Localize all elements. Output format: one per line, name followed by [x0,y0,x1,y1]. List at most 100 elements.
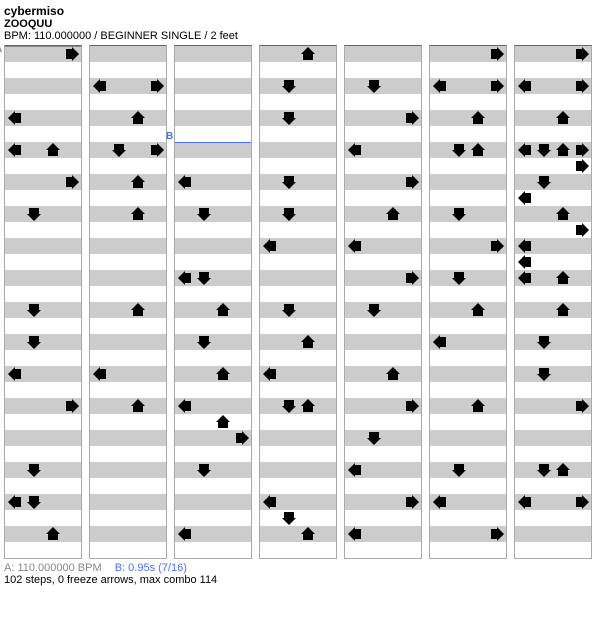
right-arrow-icon [489,526,505,542]
beat-row [345,366,421,382]
beat-row [515,526,591,542]
beat-row [515,430,591,446]
beat-row [5,382,81,398]
beat-row [345,414,421,430]
section-b-label: B [166,131,173,142]
beat-row [175,414,251,430]
measure-column: B [174,45,252,559]
beat-row [345,190,421,206]
beat-row [515,510,591,526]
beat-row [345,286,421,302]
up-arrow-icon [130,174,146,190]
right-arrow-icon [574,46,590,62]
up-arrow-icon [555,462,571,478]
beat-row [90,158,166,174]
left-arrow-icon [432,494,448,510]
down-arrow-icon [281,110,297,126]
beat-row [175,78,251,94]
beat-row [260,510,336,526]
left-arrow-icon [517,190,533,206]
left-arrow-icon [7,110,23,126]
beat-row [5,414,81,430]
beat-row [5,334,81,350]
beat-row [260,142,336,158]
beat-row [90,174,166,190]
left-arrow-icon [432,78,448,94]
beat-row [175,302,251,318]
beat-row [5,318,81,334]
beat-row [5,190,81,206]
beat-row [515,478,591,494]
beat-row [260,430,336,446]
beat-row [90,190,166,206]
beat-row [260,462,336,478]
up-arrow-icon [555,270,571,286]
beat-row [5,222,81,238]
measure-column [259,45,337,559]
up-arrow-icon [470,302,486,318]
up-arrow-icon [215,414,231,430]
right-arrow-icon [404,270,420,286]
right-arrow-icon [149,142,165,158]
down-arrow-icon [196,270,212,286]
beat-row [515,366,591,382]
beat-row [345,206,421,222]
beat-row [90,286,166,302]
beat-row [260,94,336,110]
right-arrow-icon [574,222,590,238]
down-arrow-icon [366,430,382,446]
beat-row [430,366,506,382]
beat-row [5,78,81,94]
right-arrow-icon [489,46,505,62]
right-arrow-icon [64,46,80,62]
beat-row [175,462,251,478]
left-arrow-icon [7,494,23,510]
beat-row [345,334,421,350]
left-arrow-icon [517,254,533,270]
beat-row [5,430,81,446]
beat-row [515,542,591,558]
beat-row [175,478,251,494]
up-arrow-icon [130,206,146,222]
down-arrow-icon [26,206,42,222]
section-b-info: B: 0.95s (7/16) [115,562,187,574]
beat-row [5,254,81,270]
beat-row [515,318,591,334]
beat-row [345,382,421,398]
up-arrow-icon [215,302,231,318]
beat-row [430,542,506,558]
up-arrow-icon [470,142,486,158]
beat-row [175,542,251,558]
down-arrow-icon [281,174,297,190]
down-arrow-icon [281,398,297,414]
right-arrow-icon [574,398,590,414]
right-arrow-icon [574,78,590,94]
measure-column [429,45,507,559]
beat-row [430,190,506,206]
beat-row [5,62,81,78]
beat-row [260,318,336,334]
beat-row [260,46,336,62]
beat-row [345,430,421,446]
beat-row [175,494,251,510]
beat-row [175,46,251,62]
beat-row [5,526,81,542]
beat-row [90,494,166,510]
left-arrow-icon [517,270,533,286]
beat-row [90,526,166,542]
down-arrow-icon [536,366,552,382]
beat-row [430,126,506,142]
left-arrow-icon [347,238,363,254]
down-arrow-icon [451,270,467,286]
beat-row [260,126,336,142]
artist-name: ZOOQUU [4,18,592,30]
beat-row [90,318,166,334]
left-arrow-icon [262,494,278,510]
down-arrow-icon [26,302,42,318]
beat-row [345,350,421,366]
beat-row [5,510,81,526]
beat-row [260,190,336,206]
beat-row [90,462,166,478]
beat-row [90,222,166,238]
left-arrow-icon [432,334,448,350]
